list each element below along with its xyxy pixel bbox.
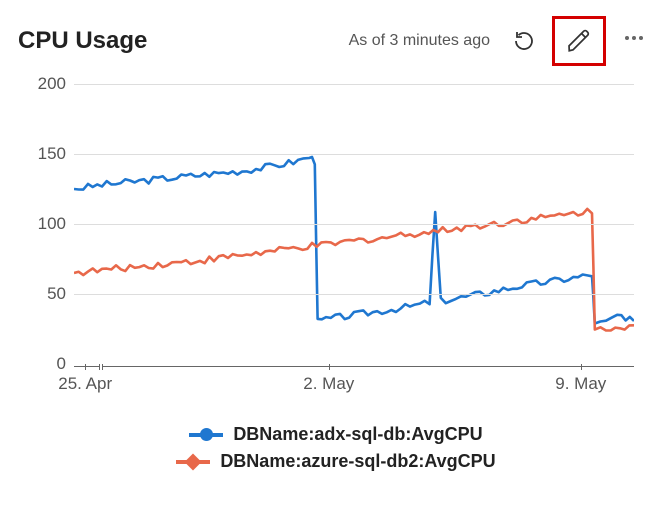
refresh-button[interactable] (504, 21, 544, 61)
axis-break (99, 364, 103, 370)
legend-item-1[interactable]: DBName:adx-sql-db:AvgCPU (189, 424, 482, 445)
legend-label-2: DBName:azure-sql-db2:AvgCPU (220, 451, 495, 472)
x-tick (85, 364, 86, 370)
x-tick (329, 364, 330, 370)
grid-line (74, 84, 634, 85)
legend: DBName:adx-sql-db:AvgCPU DBName:azure-sq… (0, 424, 672, 472)
grid-line (74, 294, 634, 295)
grid-line (74, 224, 634, 225)
edit-button[interactable] (552, 16, 606, 66)
x-tick-label: 25. Apr (58, 374, 112, 394)
chart-header: CPU Usage As of 3 minutes ago (0, 0, 672, 76)
refresh-icon (512, 29, 536, 53)
grid-line (74, 154, 634, 155)
pencil-icon (566, 28, 592, 54)
plot-region[interactable] (74, 84, 634, 364)
chart-title: CPU Usage (18, 27, 341, 55)
y-tick-label: 100 (18, 214, 66, 234)
legend-item-2[interactable]: DBName:azure-sql-db2:AvgCPU (176, 451, 495, 472)
legend-marker-diamond (176, 455, 210, 469)
y-tick-label: 0 (18, 354, 66, 374)
x-tick-label: 2. May (303, 374, 354, 394)
y-tick-label: 50 (18, 284, 66, 304)
legend-label-1: DBName:adx-sql-db:AvgCPU (233, 424, 482, 445)
status-text: As of 3 minutes ago (349, 32, 490, 50)
y-tick-label: 200 (18, 74, 66, 94)
legend-marker-circle (189, 428, 223, 442)
ellipsis-icon (622, 26, 646, 50)
x-tick-label: 9. May (555, 374, 606, 394)
x-tick (581, 364, 582, 370)
x-axis (74, 366, 634, 367)
y-tick-label: 150 (18, 144, 66, 164)
more-button[interactable] (614, 26, 654, 56)
chart-area: 0 50 100 150 200 25. Apr 2. May 9. May (18, 76, 648, 406)
